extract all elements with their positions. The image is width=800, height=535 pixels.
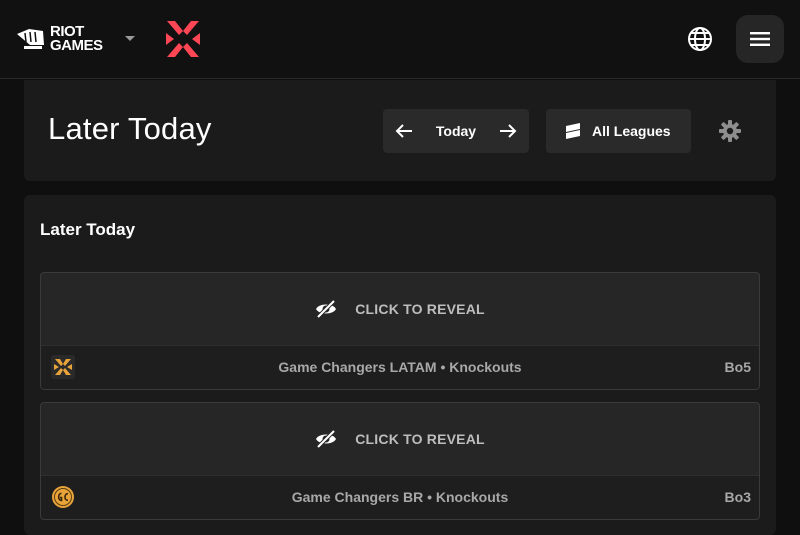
top-nav-bar: RIOT GAMES xyxy=(0,0,800,79)
eye-slash-icon xyxy=(316,300,337,318)
riot-fist-icon xyxy=(17,29,44,49)
reveal-label: CLICK TO REVEAL xyxy=(355,301,485,317)
caret-down-icon[interactable] xyxy=(124,35,136,43)
arrow-right-icon[interactable] xyxy=(499,123,517,139)
date-label[interactable]: Today xyxy=(436,123,476,139)
globe-icon[interactable] xyxy=(686,25,714,53)
league-event-label: Game Changers BR • Knockouts xyxy=(291,489,509,505)
arrow-left-icon[interactable] xyxy=(395,123,413,139)
leagues-icon xyxy=(566,123,580,139)
gear-icon[interactable] xyxy=(719,120,741,142)
match-info-row: Game Changers LATAM • Knockouts Bo5 xyxy=(41,345,759,389)
match-info-row: Game Changers BR • Knockouts Bo3 xyxy=(41,475,759,519)
reveal-button[interactable]: CLICK TO REVEAL xyxy=(41,403,759,475)
menu-button[interactable] xyxy=(736,15,784,63)
schedule-list: Later Today CLICK TO REVEAL Game Changer… xyxy=(24,195,776,535)
schedule-header: Later Today Today All Leagues xyxy=(24,80,776,181)
section-title: Later Today xyxy=(40,220,136,239)
menu-icon xyxy=(750,32,770,46)
match-format: Bo5 xyxy=(724,359,751,375)
reveal-label: CLICK TO REVEAL xyxy=(355,431,485,447)
eye-slash-icon xyxy=(316,430,337,448)
reveal-button[interactable]: CLICK TO REVEAL xyxy=(41,273,759,345)
date-navigator: Today xyxy=(383,109,529,153)
match-card: CLICK TO REVEAL Game Changers LATAM • Kn… xyxy=(40,272,760,390)
league-event-label: Game Changers LATAM • Knockouts xyxy=(278,359,522,375)
page-title: Later Today xyxy=(48,111,212,146)
brand-line-2: GAMES xyxy=(50,37,103,54)
valorant-logo[interactable] xyxy=(164,19,202,59)
match-format: Bo3 xyxy=(724,489,751,505)
league-filter-label: All Leagues xyxy=(592,123,671,139)
league-filter-button[interactable]: All Leagues xyxy=(546,109,691,153)
riot-games-logo[interactable]: RIOT GAMES xyxy=(16,24,103,54)
match-card: CLICK TO REVEAL Game Changers BR • Knock… xyxy=(40,402,760,520)
